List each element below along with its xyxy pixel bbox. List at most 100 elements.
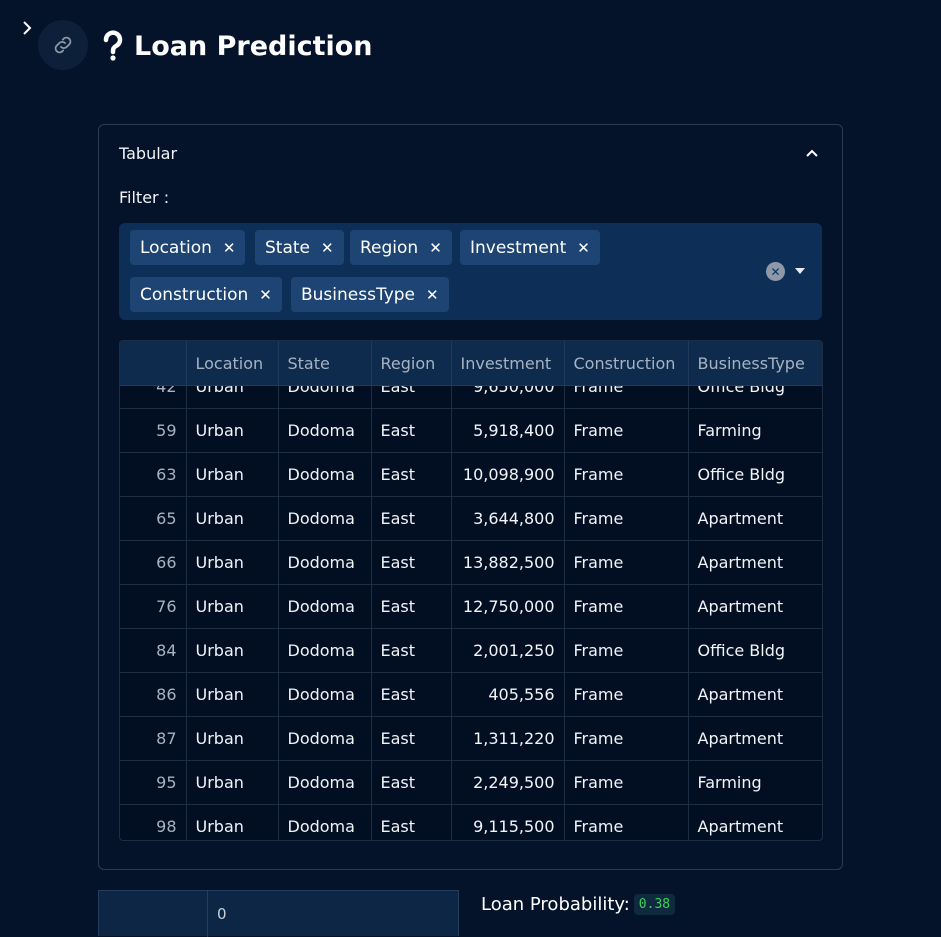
cell-location[interactable]: Urban [186, 760, 279, 805]
table-row[interactable]: 86 Urban Dodoma East 405,556 Frame Apart… [120, 672, 822, 717]
dropdown-arrow-icon[interactable] [795, 268, 805, 274]
number-input[interactable]: 0 [98, 890, 459, 937]
cell-location[interactable]: Urban [186, 804, 279, 840]
cell-investment[interactable]: 405,556 [451, 672, 565, 717]
cell-location[interactable]: Urban [186, 496, 279, 541]
column-header-location[interactable]: Location [186, 341, 279, 386]
cell-businesstype[interactable]: Apartment [688, 540, 822, 585]
cell-construction[interactable]: Frame [564, 452, 689, 497]
column-header-investment[interactable]: Investment [451, 341, 565, 386]
number-input-value[interactable]: 0 [217, 905, 227, 923]
remove-tag-icon[interactable]: ✕ [223, 239, 236, 257]
cell-state[interactable]: Dodoma [278, 804, 372, 840]
cell-region[interactable]: East [371, 496, 452, 541]
cell-investment[interactable]: 1,311,220 [451, 716, 565, 761]
cell-location[interactable]: Urban [186, 672, 279, 717]
cell-state[interactable]: Dodoma [278, 408, 372, 453]
cell-investment[interactable]: 2,001,250 [451, 628, 565, 673]
remove-tag-icon[interactable]: ✕ [429, 239, 442, 257]
cell-location[interactable]: Urban [186, 584, 279, 629]
cell-region[interactable]: East [371, 540, 452, 585]
cell-region[interactable]: East [371, 804, 452, 840]
cell-location[interactable]: Urban [186, 716, 279, 761]
cell-location[interactable]: Urban [186, 628, 279, 673]
cell-construction[interactable]: Frame [564, 540, 689, 585]
clear-all-icon[interactable]: ✕ [766, 262, 785, 281]
cell-state[interactable]: Dodoma [278, 540, 372, 585]
cell-location[interactable]: Urban [186, 386, 279, 409]
remove-tag-icon[interactable]: ✕ [426, 286, 439, 304]
sidebar-expand-icon[interactable] [20, 18, 38, 38]
cell-region[interactable]: East [371, 386, 452, 409]
cell-businesstype[interactable]: Office Bldg [688, 386, 822, 409]
cell-construction[interactable]: Frame [564, 760, 689, 805]
cell-location[interactable]: Urban [186, 408, 279, 453]
table-row[interactable]: 65 Urban Dodoma East 3,644,800 Frame Apa… [120, 496, 822, 541]
cell-state[interactable]: Dodoma [278, 672, 372, 717]
cell-investment[interactable]: 12,750,000 [451, 584, 565, 629]
cell-construction[interactable]: Frame [564, 386, 689, 409]
cell-construction[interactable]: Frame [564, 628, 689, 673]
table-row[interactable]: 84 Urban Dodoma East 2,001,250 Frame Off… [120, 628, 822, 673]
filter-multiselect[interactable]: Location ✕ State ✕ Region ✕ Investment ✕… [119, 223, 822, 320]
cell-state[interactable]: Dodoma [278, 496, 372, 541]
table-body-scroll[interactable]: 42 Urban Dodoma East 9,650,000 Frame Off… [120, 386, 822, 840]
cell-state[interactable]: Dodoma [278, 628, 372, 673]
cell-construction[interactable]: Frame [564, 716, 689, 761]
cell-region[interactable]: East [371, 452, 452, 497]
cell-region[interactable]: East [371, 760, 452, 805]
column-header-construction[interactable]: Construction [564, 341, 689, 386]
cell-construction[interactable]: Frame [564, 496, 689, 541]
cell-region[interactable]: East [371, 584, 452, 629]
cell-region[interactable]: East [371, 672, 452, 717]
cell-businesstype[interactable]: Office Bldg [688, 628, 822, 673]
cell-investment[interactable]: 2,249,500 [451, 760, 565, 805]
cell-state[interactable]: Dodoma [278, 716, 372, 761]
cell-investment[interactable]: 9,115,500 [451, 804, 565, 840]
cell-region[interactable]: East [371, 716, 452, 761]
remove-tag-icon[interactable]: ✕ [577, 239, 590, 257]
table-row[interactable]: 95 Urban Dodoma East 2,249,500 Frame Far… [120, 760, 822, 805]
cell-businesstype[interactable]: Apartment [688, 584, 822, 629]
cell-businesstype[interactable]: Farming [688, 760, 822, 805]
cell-businesstype[interactable]: Farming [688, 408, 822, 453]
cell-businesstype[interactable]: Apartment [688, 672, 822, 717]
cell-businesstype[interactable]: Apartment [688, 716, 822, 761]
cell-state[interactable]: Dodoma [278, 760, 372, 805]
table-row[interactable]: 66 Urban Dodoma East 13,882,500 Frame Ap… [120, 540, 822, 585]
column-header-region[interactable]: Region [371, 341, 452, 386]
cell-state[interactable]: Dodoma [278, 584, 372, 629]
remove-tag-icon[interactable]: ✕ [259, 286, 272, 304]
cell-investment[interactable]: 10,098,900 [451, 452, 565, 497]
chevron-up-icon[interactable] [804, 145, 820, 161]
cell-construction[interactable]: Frame [564, 408, 689, 453]
table-row[interactable]: 63 Urban Dodoma East 10,098,900 Frame Of… [120, 452, 822, 497]
table-row[interactable]: 76 Urban Dodoma East 12,750,000 Frame Ap… [120, 584, 822, 629]
cell-investment[interactable]: 13,882,500 [451, 540, 565, 585]
cell-businesstype[interactable]: Apartment [688, 496, 822, 541]
table-row[interactable]: 98 Urban Dodoma East 9,115,500 Frame Apa… [120, 804, 822, 840]
column-header-index[interactable] [120, 341, 187, 386]
cell-construction[interactable]: Frame [564, 804, 689, 840]
link-button[interactable] [38, 20, 88, 70]
cell-construction[interactable]: Frame [564, 672, 689, 717]
cell-businesstype[interactable]: Office Bldg [688, 452, 822, 497]
table-row[interactable]: 59 Urban Dodoma East 5,918,400 Frame Far… [120, 408, 822, 453]
cell-investment[interactable]: 9,650,000 [451, 386, 565, 409]
cell-region[interactable]: East [371, 628, 452, 673]
table-row[interactable]: 42 Urban Dodoma East 9,650,000 Frame Off… [120, 386, 822, 409]
table-row[interactable]: 87 Urban Dodoma East 1,311,220 Frame Apa… [120, 716, 822, 761]
column-header-state[interactable]: State [278, 341, 372, 386]
expander-label[interactable]: Tabular [119, 144, 177, 163]
cell-businesstype[interactable]: Apartment [688, 804, 822, 840]
cell-state[interactable]: Dodoma [278, 386, 372, 409]
cell-location[interactable]: Urban [186, 540, 279, 585]
cell-region[interactable]: East [371, 408, 452, 453]
cell-location[interactable]: Urban [186, 452, 279, 497]
data-table[interactable]: Location State Region Investment Constru… [119, 340, 823, 841]
cell-investment[interactable]: 3,644,800 [451, 496, 565, 541]
cell-construction[interactable]: Frame [564, 584, 689, 629]
remove-tag-icon[interactable]: ✕ [321, 239, 334, 257]
cell-state[interactable]: Dodoma [278, 452, 372, 497]
cell-investment[interactable]: 5,918,400 [451, 408, 565, 453]
